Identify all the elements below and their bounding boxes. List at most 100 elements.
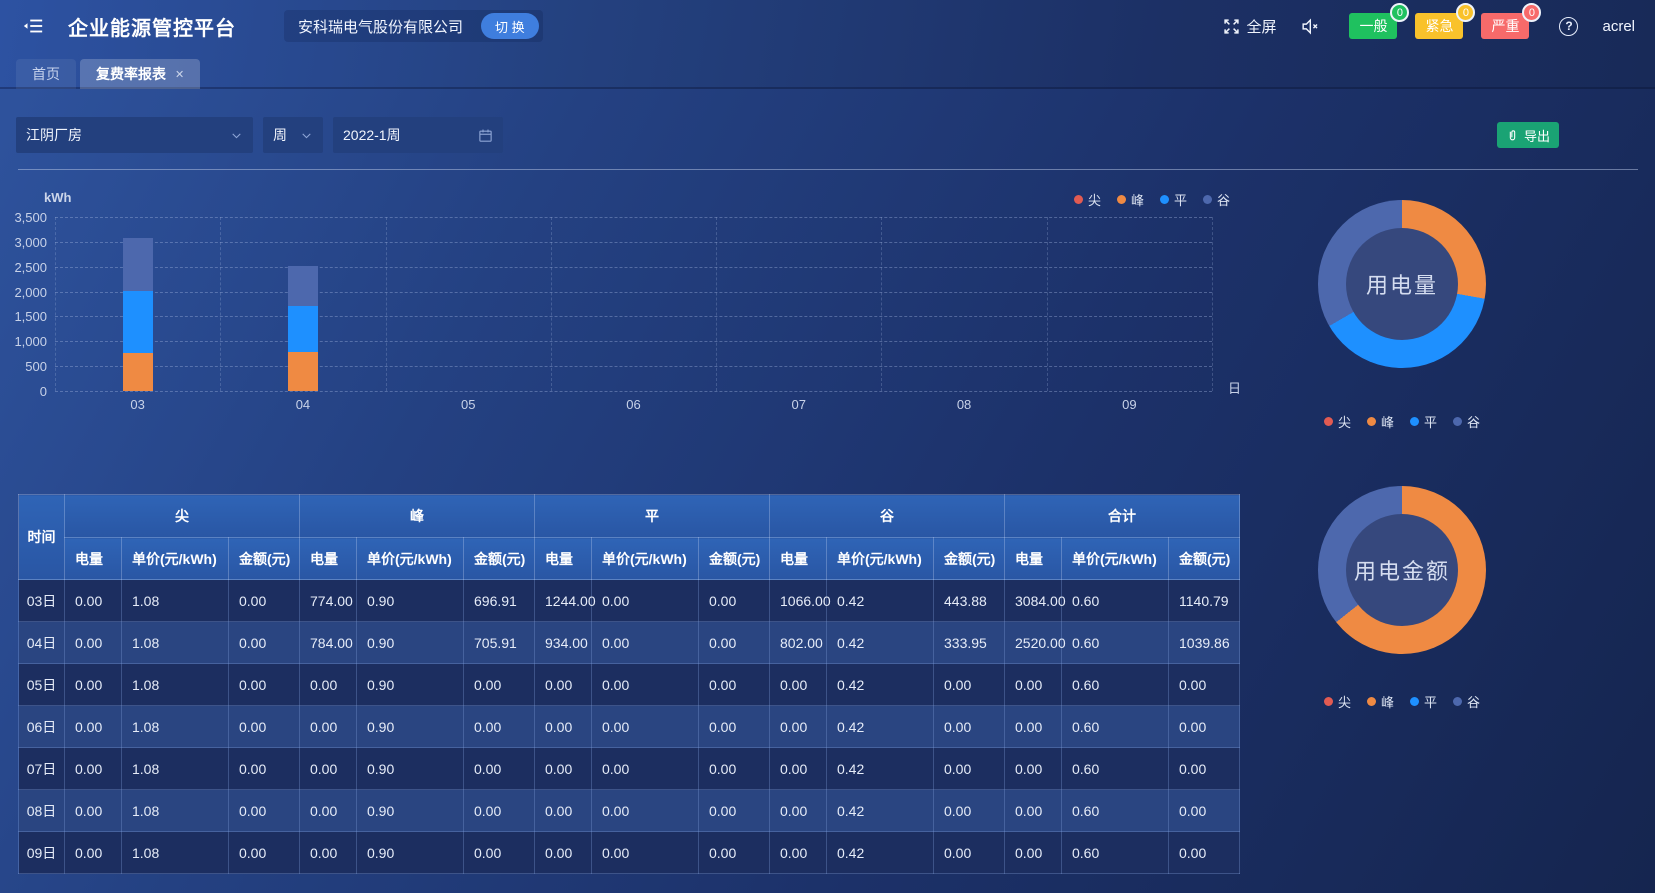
bar-segment-平 (288, 306, 318, 352)
cell: 1039.86 (1169, 622, 1240, 664)
cell: 0.00 (229, 664, 300, 706)
legend-dot (1324, 417, 1333, 426)
col-group-尖: 尖 (65, 495, 300, 538)
legend-item-峰: 峰 (1117, 190, 1144, 209)
y-axis-tick: 500 (7, 359, 47, 374)
cell: 0.00 (770, 706, 827, 748)
cell: 0.00 (1169, 790, 1240, 832)
cell: 0.00 (1005, 748, 1062, 790)
x-axis-tick: 08 (957, 397, 971, 412)
fullscreen-icon (1223, 18, 1240, 35)
cell: 0.00 (300, 664, 357, 706)
cell: 0.00 (464, 832, 535, 874)
gridline-vertical (1047, 217, 1048, 391)
energy-donut-title: 用电量 (1346, 228, 1458, 340)
cell: 0.00 (1169, 664, 1240, 706)
cell: 0.00 (65, 664, 122, 706)
col-header: 单价(元/kWh) (122, 538, 229, 580)
speaker-muted-icon (1300, 17, 1319, 36)
period-select[interactable]: 周 (263, 117, 323, 153)
x-axis-tick: 09 (1122, 397, 1136, 412)
gridline-vertical (220, 217, 221, 391)
cell: 0.00 (300, 748, 357, 790)
table-row: 05日0.001.080.000.000.900.000.000.000.000… (19, 664, 1240, 706)
export-button[interactable]: 导出 (1497, 122, 1559, 148)
col-header: 单价(元/kWh) (827, 538, 934, 580)
switch-company-button[interactable]: 切 换 (481, 13, 539, 39)
menu-fold-icon[interactable] (20, 13, 46, 39)
help-icon[interactable]: ? (1559, 17, 1578, 36)
legend-label: 平 (1424, 412, 1437, 431)
legend-item-尖: 尖 (1074, 190, 1101, 209)
cell: 0.90 (357, 790, 464, 832)
cell: 0.00 (699, 790, 770, 832)
tab-home[interactable]: 首页 (16, 59, 76, 89)
close-icon[interactable]: ✕ (175, 68, 184, 81)
cell: 0.60 (1062, 748, 1169, 790)
cell: 0.00 (1169, 706, 1240, 748)
cell: 0.00 (464, 706, 535, 748)
tab-rate-report[interactable]: 复费率报表 ✕ (80, 59, 200, 89)
cell: 0.42 (827, 622, 934, 664)
cell: 0.60 (1062, 580, 1169, 622)
energy-donut-chart: 用电量 (1318, 200, 1486, 368)
col-header: 电量 (1005, 538, 1062, 580)
legend-dot (1367, 697, 1376, 706)
tab-rate-report-label: 复费率报表 (96, 64, 166, 84)
cell: 3084.00 (1005, 580, 1062, 622)
alarm-urgent-badge: 0 (1456, 3, 1475, 22)
cell: 0.00 (1005, 832, 1062, 874)
header-group-row: 时间尖峰平谷合计 (19, 495, 1240, 538)
col-header: 金额(元) (934, 538, 1005, 580)
cell: 0.00 (229, 832, 300, 874)
cell: 0.00 (592, 832, 699, 874)
cell: 1.08 (122, 622, 229, 664)
row-time: 06日 (19, 706, 65, 748)
user-menu[interactable]: acrel (1602, 18, 1635, 35)
legend-item-谷: 谷 (1203, 190, 1230, 209)
legend-label: 峰 (1381, 692, 1394, 711)
alarm-severe-button[interactable]: 严重 0 (1481, 13, 1529, 39)
cell: 0.00 (699, 664, 770, 706)
alarm-urgent-label: 紧急 (1425, 18, 1453, 34)
table-row: 07日0.001.080.000.000.900.000.000.000.000… (19, 748, 1240, 790)
cell: 1.08 (122, 706, 229, 748)
col-header: 电量 (770, 538, 827, 580)
cell: 0.90 (357, 832, 464, 874)
mute-button[interactable] (1300, 17, 1319, 36)
col-header: 金额(元) (229, 538, 300, 580)
legend-label: 平 (1174, 190, 1187, 209)
fullscreen-button[interactable]: 全屏 (1223, 16, 1276, 37)
bar-chart-plot-area: 日 05001,0001,5002,0002,5003,0003,5000304… (55, 217, 1212, 391)
rate-table-body: 03日0.001.080.00774.000.90696.911244.000.… (19, 580, 1240, 874)
alarm-urgent-button[interactable]: 紧急 0 (1415, 13, 1463, 39)
alarm-general-button[interactable]: 一般 0 (1349, 13, 1397, 39)
cell: 0.42 (827, 664, 934, 706)
cell: 0.60 (1062, 790, 1169, 832)
alarm-general-badge: 0 (1390, 3, 1409, 22)
table-row: 09日0.001.080.000.000.900.000.000.000.000… (19, 832, 1240, 874)
cell: 0.00 (699, 706, 770, 748)
cell: 0.00 (1005, 706, 1062, 748)
cell: 1244.00 (535, 580, 592, 622)
bar-chart-legend: 尖峰 平谷 (1074, 190, 1230, 209)
y-axis-tick: 3,000 (7, 235, 47, 250)
site-select[interactable]: 江阴厂房 (16, 117, 253, 153)
legend-dot (1324, 697, 1333, 706)
gridline-vertical (55, 217, 56, 391)
gridline-vertical (716, 217, 717, 391)
row-time: 05日 (19, 664, 65, 706)
date-picker[interactable]: 2022-1周 (333, 117, 503, 153)
fullscreen-label: 全屏 (1246, 16, 1276, 37)
bar-segment-峰 (288, 352, 318, 391)
col-header: 金额(元) (1169, 538, 1240, 580)
cell: 0.00 (934, 706, 1005, 748)
cell: 0.00 (1005, 790, 1062, 832)
cell: 0.00 (300, 832, 357, 874)
row-time: 04日 (19, 622, 65, 664)
cell: 0.00 (464, 664, 535, 706)
chevron-down-icon (230, 129, 243, 142)
cell: 0.60 (1062, 832, 1169, 874)
col-header: 电量 (535, 538, 592, 580)
cell: 0.60 (1062, 706, 1169, 748)
